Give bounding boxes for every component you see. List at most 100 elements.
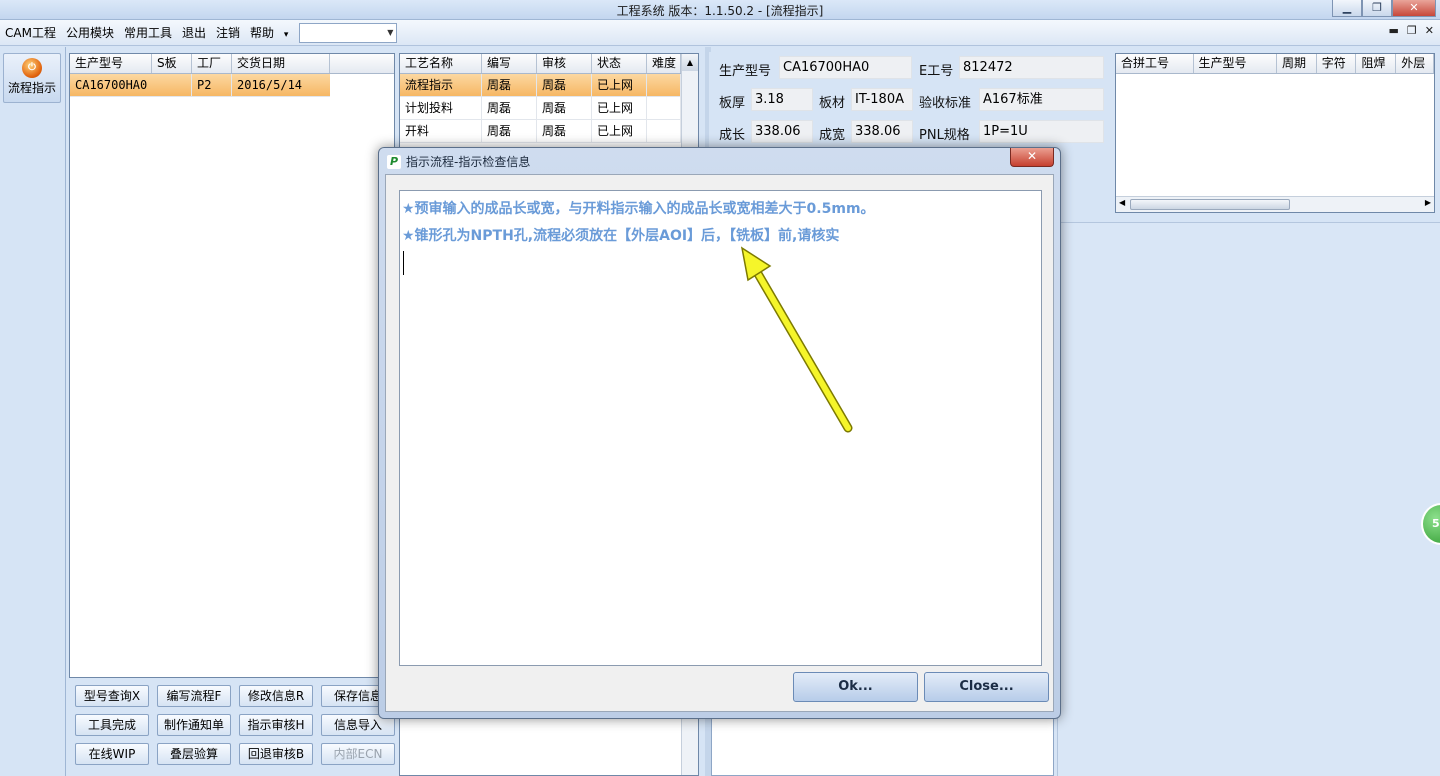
col-cycle[interactable]: 周期 bbox=[1277, 54, 1317, 73]
pnl-field[interactable]: 1P=1U bbox=[979, 120, 1104, 143]
app-logo-icon: P bbox=[387, 154, 401, 169]
nav-process-instruction-button[interactable]: ⏻ 流程指示 bbox=[3, 53, 61, 103]
cell-status: 已上网 bbox=[592, 74, 647, 96]
action-button-area: 型号查询X 编写流程F 修改信息R 保存信息 工具完成 制作通知单 指示审核H … bbox=[69, 680, 399, 776]
material-field[interactable]: IT-180A bbox=[851, 88, 913, 111]
model-label: 生产型号 bbox=[719, 64, 772, 79]
modify-info-button[interactable]: 修改信息R bbox=[239, 685, 313, 707]
table-row[interactable]: 流程指示 周磊 周磊 已上网 bbox=[400, 74, 681, 97]
scroll-up-icon[interactable]: ▲ bbox=[682, 54, 698, 71]
message-textarea[interactable]: ★预审输入的成品长或宽，与开料指示输入的成品长或宽相差大于0.5mm。 ★锥形孔… bbox=[399, 190, 1042, 666]
col-s-board[interactable]: S板 bbox=[152, 54, 192, 73]
col-merge-no[interactable]: 合拼工号 bbox=[1116, 54, 1194, 73]
table-row[interactable]: CA16700HA0 P2 2016/5/14 bbox=[70, 74, 330, 97]
merge-grid-header: 合拼工号 生产型号 周期 字符 阻焊 外层 bbox=[1116, 54, 1435, 74]
standard-label: 验收标准 bbox=[919, 96, 972, 111]
mdi-restore-icon[interactable]: ❐ bbox=[1407, 24, 1417, 37]
maximize-button[interactable]: ❐ bbox=[1362, 0, 1392, 17]
cell-status: 已上网 bbox=[592, 97, 647, 119]
cell-factory: P2 bbox=[192, 74, 232, 96]
col-outer[interactable]: 外层 bbox=[1396, 54, 1435, 73]
model-field[interactable]: CA16700HA0 bbox=[779, 56, 912, 79]
dialog-close-x-button[interactable]: ✕ bbox=[1010, 148, 1054, 167]
col-model[interactable]: 生产型号 bbox=[70, 54, 152, 73]
menu-tools[interactable]: 常用工具 bbox=[119, 22, 177, 44]
dialog-body: ★预审输入的成品长或宽，与开料指示输入的成品长或宽相差大于0.5mm。 ★锥形孔… bbox=[385, 174, 1054, 712]
mdi-controls: ▬ ❐ ✕ bbox=[1389, 24, 1435, 37]
table-row[interactable]: 计划投料 周磊 周磊 已上网 bbox=[400, 97, 681, 120]
col-writer[interactable]: 编写 bbox=[482, 54, 537, 73]
menu-bar: CAM工程 公用模块 常用工具 退出 注销 帮助 ▾ ▼ ▬ ❐ ✕ bbox=[0, 20, 1440, 46]
cell-reviewer: 周磊 bbox=[537, 97, 592, 119]
close-button[interactable]: Close... bbox=[924, 672, 1049, 702]
online-wip-button[interactable]: 在线WIP bbox=[75, 743, 149, 765]
col-char[interactable]: 字符 bbox=[1317, 54, 1357, 73]
cell-reviewer: 周磊 bbox=[537, 74, 592, 96]
stackup-check-button[interactable]: 叠层验算 bbox=[157, 743, 231, 765]
rollback-review-button[interactable]: 回退审核B bbox=[239, 743, 313, 765]
horizontal-scrollbar[interactable]: ◀ ▶ bbox=[1116, 196, 1434, 212]
menu-cam[interactable]: CAM工程 bbox=[0, 22, 61, 44]
merge-grid: 合拼工号 生产型号 周期 字符 阻焊 外层 ◀ ▶ bbox=[1115, 53, 1435, 213]
cell-difficulty bbox=[647, 97, 681, 119]
combo-arrow-icon: ▼ bbox=[387, 27, 394, 37]
standard-field[interactable]: A167标准 bbox=[979, 88, 1104, 111]
window-close-button[interactable]: ✕ bbox=[1392, 0, 1436, 17]
scroll-right-icon[interactable]: ▶ bbox=[1425, 198, 1431, 207]
make-notice-button[interactable]: 制作通知单 bbox=[157, 714, 231, 736]
cell-reviewer: 周磊 bbox=[537, 120, 592, 142]
col-reviewer[interactable]: 审核 bbox=[537, 54, 592, 73]
right-lower-panel bbox=[1057, 222, 1440, 776]
ok-button[interactable]: Ok... bbox=[793, 672, 918, 702]
cell-difficulty bbox=[647, 120, 681, 142]
model-query-button[interactable]: 型号查询X bbox=[75, 685, 149, 707]
thickness-label: 板厚 bbox=[719, 96, 746, 111]
mdi-minimize-icon[interactable]: ▬ bbox=[1389, 24, 1399, 37]
table-row[interactable]: 开料 周磊 周磊 已上网 bbox=[400, 120, 681, 143]
col-process-name[interactable]: 工艺名称 bbox=[400, 54, 482, 73]
col-factory[interactable]: 工厂 bbox=[192, 54, 232, 73]
mdi-close-icon[interactable]: ✕ bbox=[1425, 24, 1434, 37]
write-process-button[interactable]: 编写流程F bbox=[157, 685, 231, 707]
process-grid-header: 工艺名称 编写 审核 状态 难度 bbox=[400, 54, 698, 74]
cell-status: 已上网 bbox=[592, 120, 647, 142]
pnl-label: PNL规格 bbox=[919, 128, 970, 143]
menu-exit[interactable]: 退出 bbox=[177, 22, 211, 44]
instruction-review-button[interactable]: 指示审核H bbox=[239, 714, 313, 736]
thickness-field[interactable]: 3.18 bbox=[751, 88, 813, 111]
power-icon: ⏻ bbox=[22, 58, 42, 78]
dialog-title-bar: P 指示流程-指示检查信息 bbox=[387, 153, 530, 170]
dialog-title: 指示流程-指示检查信息 bbox=[406, 155, 531, 169]
eno-field[interactable]: 812472 bbox=[959, 56, 1104, 79]
message-line: ★预审输入的成品长或宽，与开料指示输入的成品长或宽相差大于0.5mm。 bbox=[402, 201, 875, 217]
cell-process-name: 流程指示 bbox=[400, 74, 482, 96]
menu-help-label: 帮助 bbox=[250, 25, 275, 40]
nav-process-instruction-label: 流程指示 bbox=[7, 81, 56, 95]
col-delivery-date[interactable]: 交货日期 bbox=[232, 54, 330, 73]
col-solder-mask[interactable]: 阻焊 bbox=[1356, 54, 1397, 73]
tool-complete-button[interactable]: 工具完成 bbox=[75, 714, 149, 736]
menu-common-module[interactable]: 公用模块 bbox=[61, 22, 119, 44]
menu-help[interactable]: 帮助 ▾ bbox=[245, 22, 293, 44]
length-label: 成长 bbox=[719, 128, 746, 143]
minimize-button[interactable]: ▁ bbox=[1332, 0, 1362, 17]
internal-ecn-button[interactable]: 内部ECN bbox=[321, 743, 395, 765]
text-caret bbox=[403, 251, 404, 275]
menu-combo-box[interactable]: ▼ bbox=[299, 22, 398, 43]
col-merge-model[interactable]: 生产型号 bbox=[1194, 54, 1277, 73]
length-field[interactable]: 338.06 bbox=[751, 120, 813, 143]
window-controls: ▁ ❐ ✕ bbox=[1332, 0, 1436, 17]
cell-process-name: 开料 bbox=[400, 120, 482, 142]
width-field[interactable]: 338.06 bbox=[851, 120, 913, 143]
width-label: 成宽 bbox=[819, 128, 846, 143]
col-difficulty[interactable]: 难度 bbox=[647, 54, 681, 73]
window-title: 工程系统 版本：1.1.50.2 - [流程指示] bbox=[616, 4, 824, 18]
col-status[interactable]: 状态 bbox=[592, 54, 647, 73]
lower-detail-panel bbox=[711, 718, 1054, 776]
menu-logout[interactable]: 注销 bbox=[211, 22, 245, 44]
order-grid: 生产型号 S板 工厂 交货日期 CA16700HA0 P2 2016/5/14 bbox=[69, 53, 395, 678]
scroll-left-icon[interactable]: ◀ bbox=[1119, 198, 1125, 207]
cell-difficulty bbox=[647, 74, 681, 96]
cell-date: 2016/5/14 bbox=[237, 78, 303, 92]
scroll-thumb[interactable] bbox=[1130, 199, 1290, 210]
